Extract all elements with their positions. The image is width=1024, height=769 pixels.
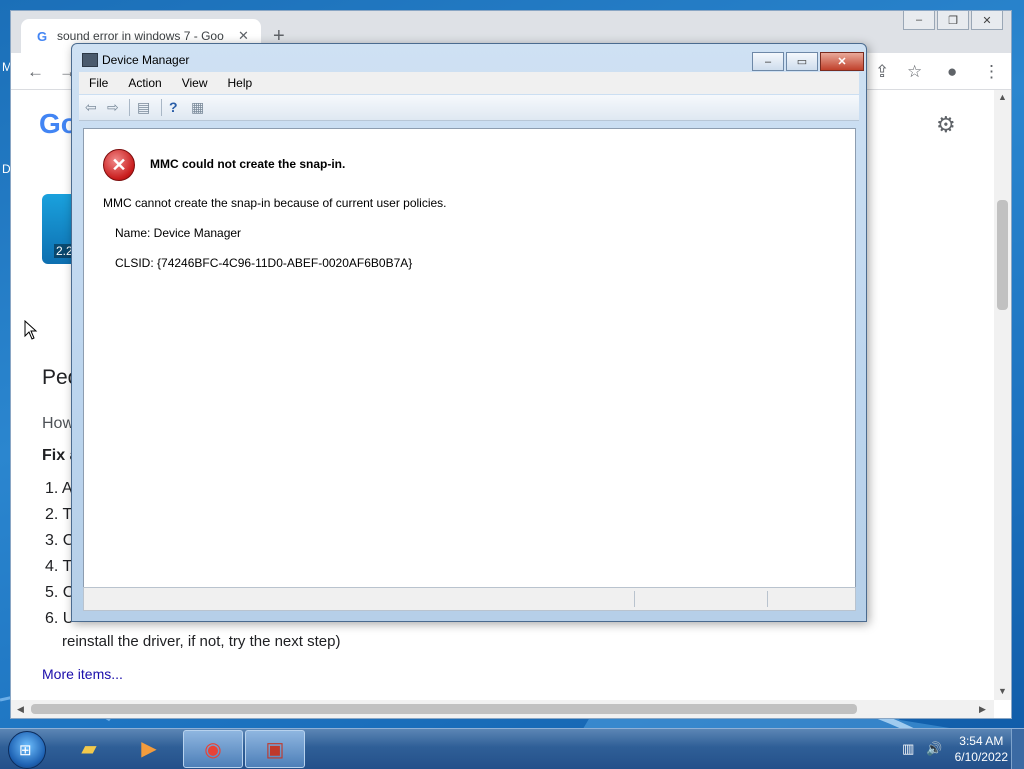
toolbar-separator <box>129 99 130 116</box>
clock[interactable]: 3:54 AM 6/10/2022 <box>955 733 1008 765</box>
folder-icon: ▰ <box>81 737 97 760</box>
error-title: MMC could not create the snap-in. <box>150 157 346 171</box>
scroll-right-icon[interactable]: ▶ <box>979 704 986 715</box>
system-tray: ▥ 🔊 3:54 AM 6/10/2022 <box>902 733 1008 765</box>
minimize-button[interactable]: – <box>752 52 784 71</box>
device-manager-icon <box>82 53 98 67</box>
show-desktop-button[interactable] <box>1011 729 1024 769</box>
explorer-taskbar-button[interactable]: ▰ <box>60 730 118 766</box>
show-hide-console-tree-icon[interactable]: ▤ <box>137 99 150 116</box>
error-pane: ✕ MMC could not create the snap-in. MMC … <box>83 128 856 588</box>
media-player-icon: ▶ <box>141 737 157 760</box>
error-message: MMC cannot create the snap-in because of… <box>103 196 447 210</box>
share-icon[interactable]: ⇪ <box>875 62 889 82</box>
list-item: 3. C <box>45 532 75 549</box>
device-manager-titlebar[interactable]: Device Manager – ▭ ✕ <box>72 44 866 74</box>
clock-time: 3:54 AM <box>959 734 1004 748</box>
windows-logo-icon: ⊞ <box>19 742 32 759</box>
menu-action[interactable]: Action <box>118 76 171 90</box>
bookmark-star-icon[interactable]: ☆ <box>907 62 922 82</box>
menu-bar: File Action View Help <box>79 72 859 94</box>
snapin-clsid: CLSID: {74246BFC-4C96-11D0-ABEF-0020AF6B… <box>115 256 413 270</box>
chrome-taskbar-button[interactable]: ◉ <box>183 730 243 768</box>
list-item: 2. T <box>45 506 73 523</box>
device-manager-window: Device Manager – ▭ ✕ File Action View He… <box>71 43 867 622</box>
horizontal-scroll-thumb[interactable] <box>31 704 857 714</box>
menu-view[interactable]: View <box>172 76 218 90</box>
horizontal-scrollbar[interactable]: ◀ ▶ <box>11 700 994 718</box>
clock-date: 6/10/2022 <box>954 750 1008 764</box>
chrome-icon: ◉ <box>204 738 222 761</box>
network-icon[interactable]: ▥ <box>902 741 914 757</box>
help-icon[interactable]: ? <box>169 99 178 115</box>
close-button[interactable]: ✕ <box>971 11 1003 30</box>
show-action-pane-icon[interactable]: ▦ <box>191 99 204 116</box>
error-icon: ✕ <box>103 149 135 181</box>
menu-help[interactable]: Help <box>218 76 263 90</box>
list-item: 4. T <box>45 558 73 575</box>
maximize-button[interactable]: ❐ <box>937 11 969 30</box>
status-separator <box>634 591 635 607</box>
status-bar <box>83 587 856 611</box>
desktop-icon-label: D <box>2 162 11 176</box>
list-item: 1. A <box>45 480 73 497</box>
taskbar: ⊞ ▰ ▶ ◉ ▣ ▥ 🔊 3:54 AM 6/10/2022 <box>0 728 1024 769</box>
start-button[interactable]: ⊞ <box>8 731 46 769</box>
forward-arrow-icon[interactable]: ⇨ <box>107 99 119 116</box>
vertical-scroll-thumb[interactable] <box>997 200 1008 310</box>
list-item-continuation: reinstall the driver, if not, try the ne… <box>62 633 341 650</box>
chrome-menu-icon[interactable]: ⋮ <box>983 62 1000 82</box>
toolbar-separator <box>161 99 162 116</box>
mouse-cursor-icon <box>24 320 38 340</box>
scroll-down-icon[interactable]: ▼ <box>998 686 1007 696</box>
settings-gear-icon[interactable]: ⚙ <box>936 112 956 138</box>
profile-icon[interactable]: ● <box>947 62 957 82</box>
dm-window-controls: – ▭ ✕ <box>752 52 866 71</box>
toolbox-icon: ▣ <box>265 738 285 761</box>
scroll-up-icon[interactable]: ▲ <box>998 92 1007 102</box>
maximize-button[interactable]: ▭ <box>786 52 818 71</box>
volume-icon[interactable]: 🔊 <box>926 741 942 757</box>
chrome-window-controls: – ❐ ✕ <box>903 11 1003 30</box>
media-player-taskbar-button[interactable]: ▶ <box>120 730 178 766</box>
list-item: 5. C <box>45 584 75 601</box>
close-button[interactable]: ✕ <box>820 52 864 71</box>
more-options-icon[interactable]: ⋮ <box>985 114 993 135</box>
minimize-button[interactable]: – <box>903 11 935 30</box>
scroll-left-icon[interactable]: ◀ <box>17 704 24 715</box>
toolbox-taskbar-button[interactable]: ▣ <box>245 730 305 768</box>
tab-close-icon[interactable]: ✕ <box>238 28 249 44</box>
menu-file[interactable]: File <box>79 76 118 90</box>
more-items-link[interactable]: More items... <box>42 666 123 682</box>
snapin-name: Name: Device Manager <box>115 226 242 240</box>
back-arrow-icon[interactable]: ← <box>27 62 44 82</box>
tab-title: sound error in windows 7 - Goo <box>57 29 224 43</box>
vertical-scrollbar[interactable]: ▲ ▼ <box>994 90 1011 700</box>
dm-toolbar: ⇦ ⇨ ▤ ? ▦ <box>79 95 859 121</box>
status-separator <box>767 591 768 607</box>
window-title: Device Manager <box>102 53 190 67</box>
list-item: 6. U <box>45 610 75 627</box>
back-arrow-icon[interactable]: ⇦ <box>85 99 97 116</box>
section-subtext: How <box>42 415 75 432</box>
google-favicon-icon: G <box>36 28 48 44</box>
